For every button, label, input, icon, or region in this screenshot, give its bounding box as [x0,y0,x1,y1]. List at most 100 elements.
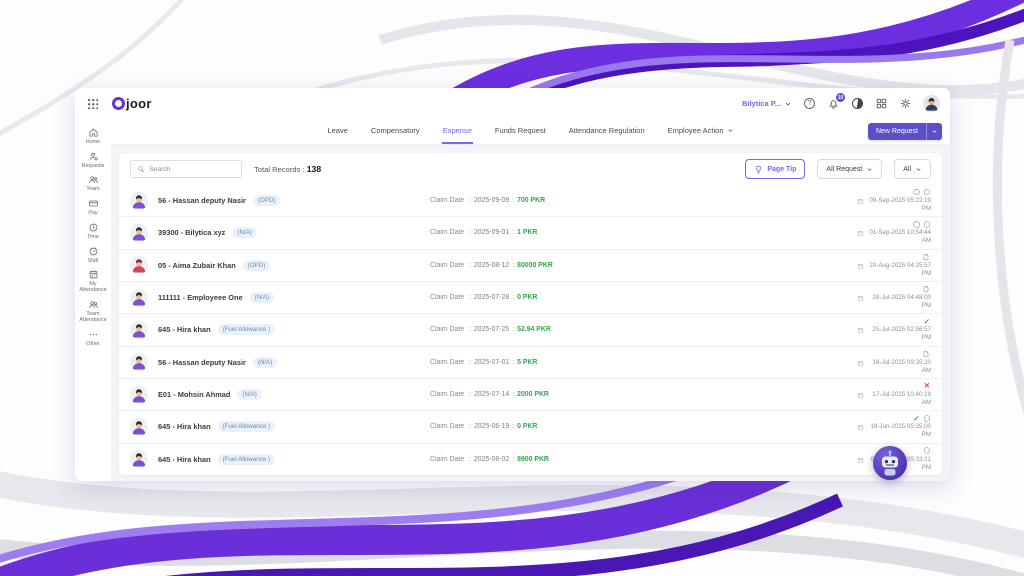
chevron-down-icon [915,166,922,173]
user-menu[interactable]: Bilytica P... [742,99,792,108]
app-window: joor Bilytica P... ? 10 [75,88,950,481]
card-toolbar: Total Records : 138 Page Tip All Request [119,153,942,185]
sidebar-item-other[interactable]: Other [75,328,111,348]
tab-label: Attendance Regulation [569,126,645,135]
status-icons [922,253,930,261]
sidebar-item-requests[interactable]: Requests [75,150,111,170]
sidebar-item-team-attendance[interactable]: Team Attendance [75,298,111,324]
record-row[interactable]: 645 - Hira khan (Fuel Allowance ) Claim … [119,443,942,475]
record-row[interactable]: 05 - Aima Zubair Khan (OPD) Claim Date :… [119,249,942,281]
expense-type-badge: (OPD) [253,195,281,206]
tab-attendance-regulation[interactable]: Attendance Regulation [568,119,646,144]
claim-info: Claim Date : 2025-08-12 : 80000 PKR [430,262,839,269]
status-circle-icon[interactable] [924,189,931,196]
sidebar-item-label: Pay [88,210,97,216]
settings-gear-icon[interactable] [899,97,912,110]
apps-squares-icon[interactable] [875,97,888,110]
calendar-icon [857,294,864,302]
theme-contrast-icon[interactable] [851,97,864,110]
team-icon [88,174,99,185]
employee-avatar [130,353,148,371]
claim-info: Claim Date : 2025-09-09 : 700 PKR [430,197,839,204]
tab-funds-request[interactable]: Funds Request [494,119,547,144]
shift-icon [88,246,99,257]
sidebar-item-label: Team [86,186,99,192]
team-attendance-icon [88,299,99,310]
employee-avatar [130,256,148,274]
x-icon[interactable]: ✕ [924,382,930,390]
sidebar-item-my-attendance[interactable]: My Attendance [75,268,111,294]
calendar-icon [857,197,864,205]
calendar-icon [857,391,864,399]
sidebar-item-label: Team Attendance [76,311,110,323]
apps-grid-icon[interactable] [87,98,98,109]
check-icon[interactable]: ✓ [913,415,919,423]
time-icon [88,222,99,233]
sidebar-item-shift[interactable]: Shift [75,245,111,265]
submission-timestamp: 18-Jun-2025 05:35:00PM [857,423,931,439]
request-filter-dropdown[interactable]: All Request [817,159,882,179]
sidebar-item-time[interactable]: Time [75,221,111,241]
tab-leave[interactable]: Leave [326,119,348,144]
submission-timestamp: 18-Jul-2025 09:35:20AM [857,359,931,375]
record-row[interactable]: 111111 - Employeee One (N/A) Claim Date … [119,281,942,313]
chat-bot-button[interactable] [872,445,908,481]
check-icon[interactable]: ✓ [924,318,930,326]
employee-name: 56 - Hassan deputy Nasir [158,358,246,367]
page-tip-button[interactable]: Page Tip [745,159,805,179]
status-circle-icon[interactable] [913,221,920,228]
timestamp-text: 20-Aug-2025 04:25:57PM [867,262,931,278]
claim-date-value: 2025-06-02 [474,456,509,463]
status-icons: ✕ [924,382,930,390]
expense-type-badge: (Fuel Allowance ) [218,454,275,465]
scope-filter-dropdown[interactable]: All [894,159,931,179]
document-icon[interactable] [922,285,930,293]
sidebar-item-pay[interactable]: Pay [75,197,111,217]
status-circle-icon[interactable] [924,447,931,454]
new-request-button[interactable]: New Request [868,123,942,140]
expense-type-badge: (N/A) [232,227,256,238]
employee-avatar [130,386,148,404]
ojoor-logo: joor [112,96,152,111]
document-icon[interactable] [922,350,930,358]
record-row[interactable]: 645 - Hira khan (Fuel Allowance ) Claim … [119,410,942,442]
logo-ring-icon [112,97,125,110]
scope-filter-label: All [903,166,911,173]
tab-expense[interactable]: Expense [442,119,473,144]
claim-info: Claim Date : 2025-09-01 : 1 PKR [430,229,839,236]
record-row[interactable]: E01 - Mohsin Ahmad (N/A) Claim Date : 20… [119,378,942,410]
search-input[interactable] [149,166,235,173]
status-circle-icon[interactable] [924,221,931,228]
employee-avatar [130,321,148,339]
tab-label: Expense [443,126,472,135]
sidebar-item-label: Home [86,139,100,145]
record-row[interactable]: 56 - Hassan deputy Nasir (N/A) Claim Dat… [119,346,942,378]
claim-date-label: Claim Date [430,262,464,269]
document-icon[interactable] [922,253,930,261]
sidebar-item-team[interactable]: Team [75,173,111,193]
claim-date-value: 2025-07-01 [474,359,509,366]
expense-type-badge: (Fuel Allowance ) [218,324,275,335]
submission-timestamp: 25-Jul-2025 02:56:57PM [857,326,931,342]
user-avatar[interactable] [923,95,940,112]
record-row[interactable]: 56 - Hassan deputy Nasir (OPD) Claim Dat… [119,185,942,216]
pay-icon [88,198,99,209]
tab-employee-action[interactable]: Employee Action [667,119,735,144]
status-icons: ✓ [924,317,930,325]
submission-timestamp: 01-Sep-2025 10:54:44AM [857,229,931,245]
record-row[interactable]: 645 - Hira khan (Fuel Allowance ) Claim … [119,313,942,345]
employee-name: 111111 - Employeee One [158,293,243,302]
notifications-bell-icon[interactable]: 10 [827,97,840,110]
record-row[interactable]: 39300 - Bilytica xyz (N/A) Claim Date : … [119,216,942,248]
tab-compensatory[interactable]: Compensatory [370,119,421,144]
claim-date-label: Claim Date [430,229,464,236]
expense-type-badge: (N/A) [250,292,274,303]
sidebar-item-home[interactable]: Home [75,126,111,146]
claim-date-label: Claim Date [430,391,464,398]
status-icons [924,447,931,455]
status-circle-icon[interactable] [924,415,931,422]
calendar-icon [857,456,864,464]
status-circle-icon[interactable] [913,189,920,196]
help-icon[interactable]: ? [803,97,816,110]
new-request-caret-icon[interactable] [926,123,942,140]
